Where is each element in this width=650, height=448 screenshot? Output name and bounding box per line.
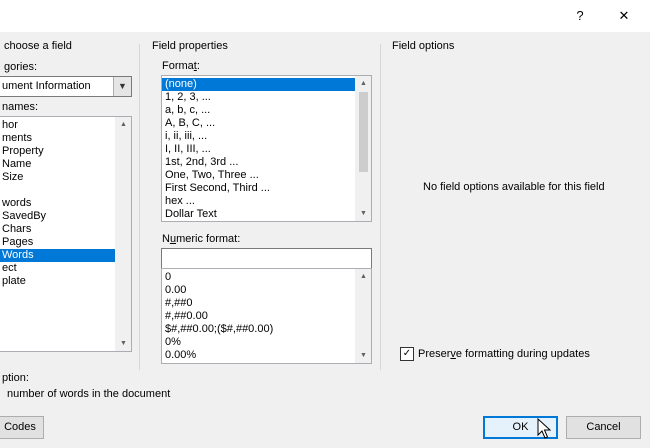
- format-list[interactable]: (none) 1, 2, 3, ... a, b, c, ... A, B, C, .…: [161, 75, 372, 222]
- preserve-label-pre: Preser: [418, 348, 451, 360]
- categories-value: ument Information: [2, 80, 91, 92]
- format-scrollbar[interactable]: ▲ ▼: [355, 76, 371, 221]
- numeric-items: 0 0.00 #,##0 #,##0.00 $#,##0.00;($#,##0.00) 0…: [162, 269, 371, 362]
- field-name-item[interactable]: Property: [0, 145, 131, 158]
- numeric-label-pre: N: [162, 233, 170, 245]
- field-names-items: hor ments Property Name Size words SavedBy Char…: [0, 117, 131, 288]
- numeric-label-post: meric format:: [176, 233, 241, 245]
- chevron-down-icon[interactable]: ▼: [113, 77, 131, 96]
- format-item[interactable]: I, II, III, ...: [162, 143, 371, 156]
- field-name-item[interactable]: ect: [0, 262, 131, 275]
- check-icon: ✓: [402, 348, 412, 359]
- scroll-up-icon[interactable]: ▲: [356, 269, 371, 284]
- format-item[interactable]: 1st, 2nd, 3rd ...: [162, 156, 371, 169]
- no-options-text: No field options available for this fiel…: [423, 181, 605, 193]
- categories-label: gories:: [4, 61, 38, 73]
- format-label-post: :: [196, 60, 200, 72]
- format-item[interactable]: Dollar Text: [162, 208, 371, 221]
- field-name-item[interactable]: Words: [0, 249, 131, 262]
- field-name-item[interactable]: ments: [0, 132, 131, 145]
- field-name-item[interactable]: [0, 184, 131, 197]
- divider-right: [380, 44, 381, 370]
- close-button[interactable]: ✕: [610, 4, 638, 28]
- help-button[interactable]: ?: [566, 4, 594, 28]
- format-item[interactable]: 1, 2, 3, ...: [162, 91, 371, 104]
- numeric-format-item[interactable]: 0%: [162, 336, 371, 349]
- field-name-item[interactable]: Chars: [0, 223, 131, 236]
- format-item[interactable]: One, Two, Three ...: [162, 169, 371, 182]
- format-item[interactable]: i, ii, iii, ...: [162, 130, 371, 143]
- format-label-pre: Forma: [162, 60, 194, 72]
- scroll-up-icon[interactable]: ▲: [356, 76, 371, 91]
- format-item[interactable]: (none): [162, 78, 371, 91]
- field-name-item[interactable]: hor: [0, 119, 131, 132]
- field-codes-button[interactable]: Codes: [0, 416, 44, 439]
- numeric-format-item[interactable]: #,##0: [162, 297, 371, 310]
- format-items: (none) 1, 2, 3, ... a, b, c, ... A, B, C, .…: [162, 76, 371, 221]
- numeric-format-item[interactable]: 0.00: [162, 284, 371, 297]
- scroll-down-icon[interactable]: ▼: [356, 206, 371, 221]
- field-name-item[interactable]: words: [0, 197, 131, 210]
- field-properties-title: Field properties: [152, 40, 228, 52]
- description-text: number of words in the document: [7, 388, 171, 400]
- description-label: ption:: [2, 372, 29, 384]
- field-name-item[interactable]: SavedBy: [0, 210, 131, 223]
- preserve-label-post: e formatting during updates: [455, 348, 590, 360]
- field-name-item[interactable]: plate: [0, 275, 131, 288]
- divider-left: [139, 44, 140, 370]
- numeric-format-item[interactable]: 0.00%: [162, 349, 371, 362]
- choose-field-title: choose a field: [4, 40, 72, 52]
- format-item[interactable]: a, b, c, ...: [162, 104, 371, 117]
- numeric-format-input[interactable]: [161, 248, 372, 269]
- field-dialog: ? ✕ choose a field gories: ument Informa…: [0, 0, 650, 448]
- numeric-format-item[interactable]: 0: [162, 271, 371, 284]
- scroll-down-icon[interactable]: ▼: [116, 336, 131, 351]
- numeric-format-item[interactable]: $#,##0.00;($#,##0.00): [162, 323, 371, 336]
- cancel-button[interactable]: Cancel: [566, 416, 641, 439]
- field-name-item[interactable]: Pages: [0, 236, 131, 249]
- format-label: Format:: [162, 60, 200, 72]
- preserve-formatting-label[interactable]: Preserve formatting during updates: [418, 348, 590, 360]
- field-names-scrollbar[interactable]: ▲ ▼: [115, 117, 131, 351]
- preserve-formatting-checkbox[interactable]: ✓: [400, 347, 414, 361]
- title-bar: ? ✕: [0, 0, 650, 32]
- format-item[interactable]: hex ...: [162, 195, 371, 208]
- numeric-format-item[interactable]: #,##0.00: [162, 310, 371, 323]
- field-options-title: Field options: [392, 40, 455, 52]
- field-name-item[interactable]: Name: [0, 158, 131, 171]
- numeric-format-list[interactable]: 0 0.00 #,##0 #,##0.00 $#,##0.00;($#,##0.00) 0…: [161, 268, 372, 364]
- numeric-scrollbar[interactable]: ▲ ▼: [355, 269, 371, 363]
- field-names-list[interactable]: hor ments Property Name Size words SavedBy Char…: [0, 116, 132, 352]
- format-item[interactable]: First Second, Third ...: [162, 182, 371, 195]
- scroll-up-icon[interactable]: ▲: [116, 117, 131, 132]
- numeric-format-label: Numeric format:: [162, 233, 240, 245]
- mouse-cursor-icon: [537, 418, 551, 439]
- field-names-label: names:: [2, 101, 39, 113]
- categories-dropdown[interactable]: ument Information ▼: [0, 76, 132, 97]
- format-item[interactable]: A, B, C, ...: [162, 117, 371, 130]
- scroll-thumb[interactable]: [359, 92, 368, 172]
- scroll-down-icon[interactable]: ▼: [356, 348, 371, 363]
- field-name-item[interactable]: Size: [0, 171, 131, 184]
